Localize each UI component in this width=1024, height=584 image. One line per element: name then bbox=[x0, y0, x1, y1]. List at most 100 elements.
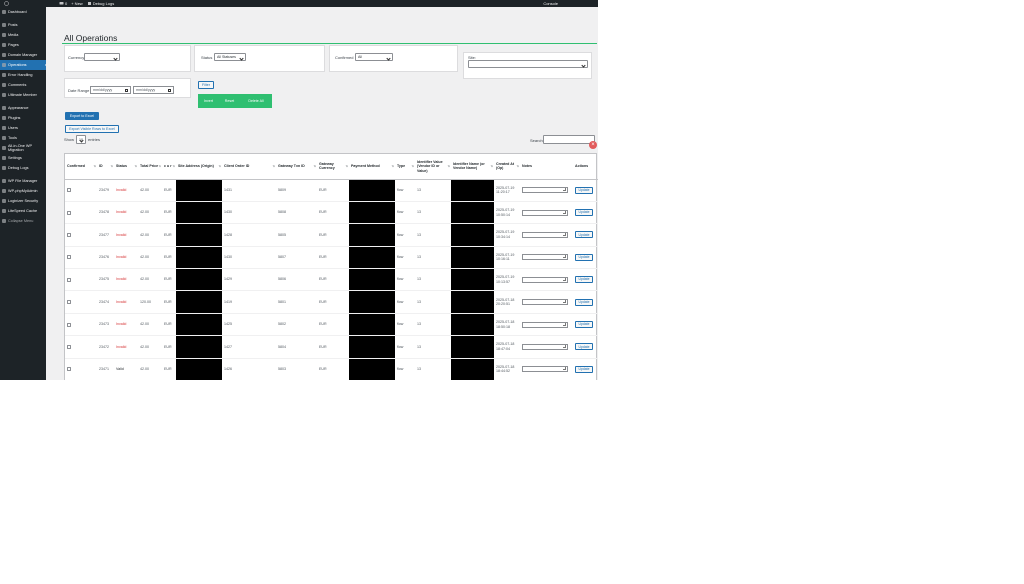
sidebar-item-plugins[interactable]: Plugins bbox=[0, 113, 46, 123]
cache-icon bbox=[2, 209, 6, 213]
sidebar-item-domain-manager[interactable]: Domain Manager bbox=[0, 50, 46, 60]
sidebar-item-settings[interactable]: Settings bbox=[0, 153, 46, 163]
export-excel-button[interactable]: Export to Excel bbox=[65, 112, 99, 120]
update-button[interactable]: Update bbox=[575, 209, 593, 217]
confirmed-checkbox[interactable] bbox=[67, 232, 71, 237]
migration-icon bbox=[2, 146, 6, 150]
actions-cell: Update bbox=[573, 335, 598, 359]
update-button[interactable]: Update bbox=[575, 186, 593, 194]
sidebar-item-posts[interactable]: Posts bbox=[0, 20, 46, 30]
actions-cell: Update bbox=[573, 290, 598, 314]
sidebar-item-pages[interactable]: Pages bbox=[0, 40, 46, 50]
member-icon bbox=[2, 93, 6, 97]
invert-button[interactable]: Invert bbox=[198, 94, 219, 108]
column-header[interactable]: Site Address (Origin) ⇅ bbox=[176, 154, 222, 180]
column-header[interactable]: Type ⇅ bbox=[395, 154, 415, 180]
notes-textarea[interactable] bbox=[522, 231, 568, 238]
notes-textarea[interactable] bbox=[522, 343, 568, 350]
currency-label: Currency bbox=[68, 55, 85, 60]
sidebar-item-comments[interactable]: Comments bbox=[0, 80, 46, 90]
update-button[interactable]: Update bbox=[575, 276, 593, 284]
date-to-input[interactable]: mm/dd/yyyy bbox=[133, 86, 174, 94]
notes-textarea[interactable] bbox=[522, 366, 568, 373]
search-input[interactable] bbox=[543, 135, 595, 144]
delete-all-button[interactable]: Delete All bbox=[240, 94, 272, 108]
new-content-menu[interactable]: + New bbox=[71, 1, 82, 6]
sidebar-item-ultimate-member[interactable]: Ultimate Member bbox=[0, 90, 46, 100]
confirmed-cell bbox=[65, 201, 97, 225]
reset-button[interactable]: Reset bbox=[219, 94, 240, 108]
calendar-icon[interactable] bbox=[168, 89, 171, 92]
filter-button[interactable]: Filter bbox=[198, 81, 214, 89]
notes-textarea[interactable] bbox=[522, 321, 568, 328]
status-label: Status bbox=[201, 55, 213, 60]
debug-logs-link[interactable]: Debug Logs bbox=[87, 1, 114, 6]
notes-textarea[interactable] bbox=[522, 276, 568, 283]
sidebar-item-tools[interactable]: Tools bbox=[0, 133, 46, 143]
updates-count[interactable]: 0 bbox=[59, 1, 67, 6]
date-from-input[interactable]: mm/dd/yyyy bbox=[90, 86, 131, 94]
export-visible-button[interactable]: Export Visible Rows to Excel bbox=[65, 125, 119, 133]
column-header[interactable]: Created At (Op) ⇅ bbox=[494, 154, 520, 180]
update-button[interactable]: Update bbox=[575, 231, 593, 239]
notes-textarea[interactable] bbox=[522, 187, 568, 194]
site-select[interactable] bbox=[468, 60, 588, 68]
update-button[interactable]: Update bbox=[575, 343, 593, 351]
sidebar-item-appearance[interactable]: Appearance bbox=[0, 103, 46, 113]
currency-select[interactable] bbox=[84, 53, 120, 61]
sidebar-item-label: Operations bbox=[8, 63, 27, 67]
confirmed-checkbox[interactable] bbox=[67, 367, 71, 372]
sidebar-item-litespeed-cache[interactable]: LiteSpeed Cache bbox=[0, 206, 46, 216]
sidebar-item-operations[interactable]: Operations bbox=[0, 60, 47, 70]
sidebar-item-all-in-one-wp-migration[interactable]: All-in-One WP Migration bbox=[0, 143, 46, 153]
notes-textarea[interactable] bbox=[522, 209, 568, 216]
id-cell: 23471 bbox=[97, 358, 114, 380]
column-header[interactable]: Notes bbox=[520, 154, 573, 180]
sidebar-item-error-handling[interactable]: Error Handling bbox=[0, 70, 46, 80]
confirmed-checkbox[interactable] bbox=[67, 188, 71, 193]
update-button[interactable]: Update bbox=[575, 298, 593, 306]
confirmed-checkbox[interactable] bbox=[67, 210, 71, 215]
confirmed-checkbox[interactable] bbox=[67, 322, 71, 327]
sidebar-item-users[interactable]: Users bbox=[0, 123, 46, 133]
entries-select[interactable]: 10 bbox=[76, 135, 86, 144]
sidebar-item-debug-logs[interactable]: Debug Logs bbox=[0, 163, 46, 173]
sidebar-item-wp-phpmyadmin[interactable]: WP-phpMyAdmin bbox=[0, 186, 46, 196]
sort-icon: ⇅ bbox=[93, 164, 96, 168]
column-header-label: Notes bbox=[522, 164, 532, 168]
sidebar-item-wp-file-manager[interactable]: WP File Manager bbox=[0, 176, 46, 186]
confirmed-checkbox[interactable] bbox=[67, 300, 71, 305]
update-button[interactable]: Update bbox=[575, 365, 593, 373]
notes-textarea[interactable] bbox=[522, 254, 568, 261]
column-header[interactable]: Client Order ID ⇅ bbox=[222, 154, 276, 180]
column-header[interactable]: ID ⇅ bbox=[97, 154, 114, 180]
update-button[interactable]: Update bbox=[575, 253, 593, 261]
column-header[interactable]: Identifier Name (or Vendor Name) ⇅ bbox=[451, 154, 494, 180]
column-header[interactable]: Gateway Txn ID ⇅ bbox=[276, 154, 317, 180]
update-button[interactable]: Update bbox=[575, 321, 593, 329]
sidebar-item-loginizer-security[interactable]: Loginizer Security bbox=[0, 196, 46, 206]
console-link[interactable]: Console bbox=[543, 1, 558, 6]
sidebar-item-dashboard[interactable]: Dashboard bbox=[0, 7, 46, 17]
sidebar-item-collapse-menu[interactable]: Collapse Menu bbox=[0, 216, 46, 226]
column-header[interactable]: Identifier Value (Vendor ID or Value) ⇅ bbox=[415, 154, 451, 180]
wordpress-logo[interactable] bbox=[4, 1, 9, 6]
confirmed-checkbox[interactable] bbox=[67, 344, 71, 349]
confirmed-checkbox[interactable] bbox=[67, 277, 71, 282]
status-select[interactable]: All Statuses bbox=[214, 53, 246, 61]
column-header[interactable]: Payment Method ⇅ bbox=[349, 154, 395, 180]
gateway-currency-cell: EUR bbox=[317, 358, 349, 380]
column-header[interactable]: c u r ⇅ bbox=[162, 154, 176, 180]
column-header[interactable]: Confirmed ⇅ bbox=[65, 154, 97, 180]
confirmed-select[interactable]: All bbox=[355, 53, 393, 61]
column-header[interactable]: Status ⇅ bbox=[114, 154, 138, 180]
column-header[interactable]: Actions bbox=[573, 154, 598, 180]
confirmed-checkbox[interactable] bbox=[67, 255, 71, 260]
clear-search-icon[interactable]: × bbox=[589, 141, 597, 149]
database-icon bbox=[2, 189, 6, 193]
calendar-icon[interactable] bbox=[125, 89, 128, 92]
column-header[interactable]: Gateway Currency ⇅ bbox=[317, 154, 349, 180]
notes-textarea[interactable] bbox=[522, 299, 568, 306]
column-header[interactable]: Total Price ⇅ bbox=[138, 154, 162, 180]
sidebar-item-media[interactable]: Media bbox=[0, 30, 46, 40]
